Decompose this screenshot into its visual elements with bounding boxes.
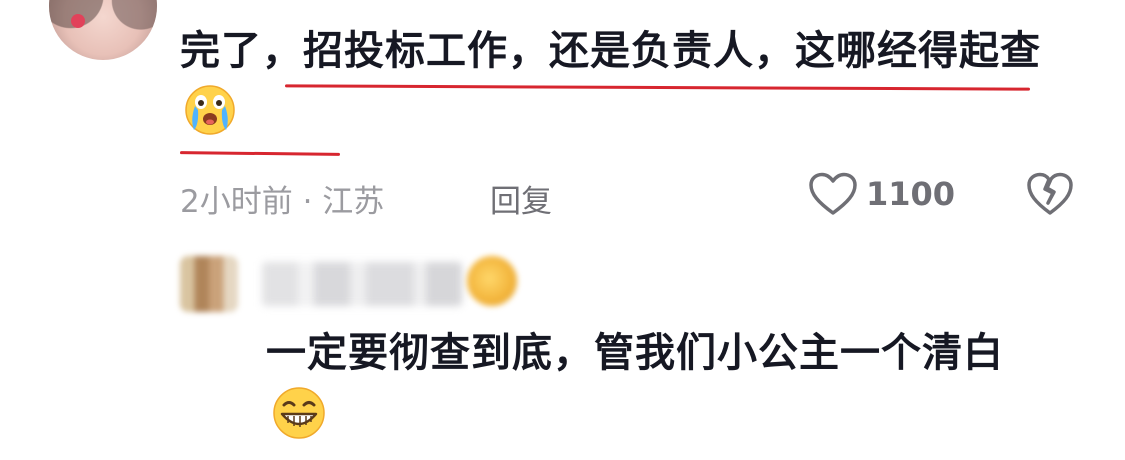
reply-text-content: 一定要彻查到底，管我们小公主一个清白: [266, 330, 1004, 376]
comment-text-content: 完了，招投标工作，还是负责人，这哪经得起查: [180, 28, 1041, 74]
red-underline-2: [179, 151, 341, 156]
heart-icon: [809, 172, 857, 215]
crying-emoji-icon: [182, 80, 238, 136]
reply-avatar[interactable]: [180, 256, 238, 312]
reply-username-blurred[interactable]: [262, 262, 462, 306]
like-button[interactable]: 1100: [808, 172, 955, 216]
broken-heart-icon: [1027, 172, 1073, 215]
comment-meta: 2小时前 · 江苏: [180, 184, 385, 220]
comment-meta-row: 2小时前 · 江苏 回复 1100: [180, 170, 1080, 221]
comment-text: 完了，招投标工作，还是负责人，这哪经得起查: [180, 22, 1060, 142]
avatar-hair: [49, 0, 157, 60]
avatar-flower: [71, 14, 85, 28]
reply-text: 一定要彻查到底，管我们小公主一个清白: [266, 322, 1056, 448]
commenter-avatar[interactable]: [49, 0, 157, 60]
grinning-emoji-icon: [270, 384, 328, 442]
reply-username-emoji-icon: [467, 256, 517, 306]
reply-button[interactable]: 回复: [490, 176, 552, 221]
like-count: 1100: [866, 175, 956, 213]
dislike-button[interactable]: [1026, 172, 1074, 220]
